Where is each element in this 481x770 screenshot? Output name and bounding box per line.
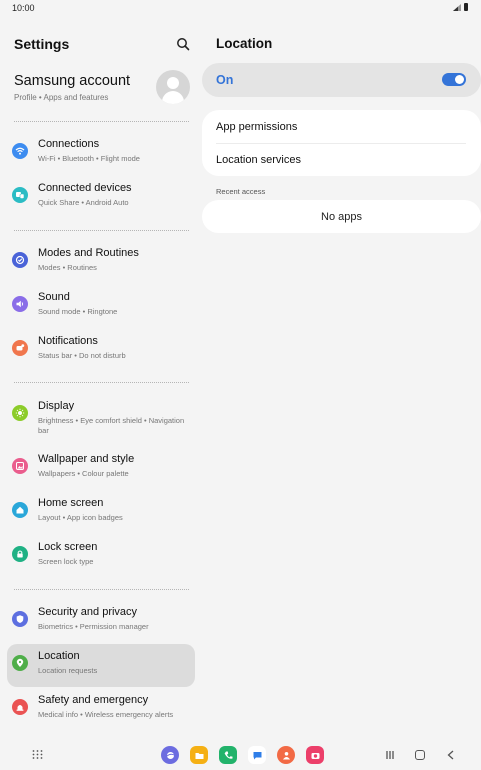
messages-app-icon[interactable] xyxy=(248,746,266,764)
no-apps-text: No apps xyxy=(321,211,362,223)
settings-item-subtitle: Layout • App icon badges xyxy=(38,513,123,522)
recent-access-card: No apps xyxy=(202,200,481,233)
status-time: 10:00 xyxy=(12,3,35,13)
settings-item-label: Location xyxy=(38,650,80,662)
shield-icon xyxy=(12,611,28,627)
internet-app-icon[interactable] xyxy=(161,746,179,764)
switch-label: On xyxy=(216,73,234,87)
settings-item-label: Safety and emergency xyxy=(38,694,149,706)
settings-item-label: Modes and Routines xyxy=(38,247,139,259)
samsung-account[interactable]: Samsung account Profile • Apps and featu… xyxy=(7,64,195,112)
settings-item-subtitle: Quick Share • Android Auto xyxy=(38,198,129,207)
lock-icon xyxy=(12,546,28,562)
app-drawer-icon[interactable] xyxy=(32,750,43,759)
settings-item-display[interactable]: Display Brightness • Eye comfort shield … xyxy=(7,394,195,446)
settings-item-subtitle: Screen lock type xyxy=(38,557,94,566)
divider xyxy=(14,382,189,383)
settings-item-subtitle: Wi-Fi • Bluetooth • Flight mode xyxy=(38,154,140,163)
settings-item-sound[interactable]: Sound Sound mode • Ringtone xyxy=(7,285,195,328)
location-pin-icon xyxy=(12,655,28,671)
settings-item-label: Connections xyxy=(38,138,100,150)
wallpaper-icon xyxy=(12,458,28,474)
settings-item-location[interactable]: Location Location requests xyxy=(7,644,195,687)
divider xyxy=(216,143,466,144)
location-options-card: App permissions Location services xyxy=(202,110,481,176)
wifi-icon xyxy=(12,143,28,159)
settings-item-modes-and-routines[interactable]: Modes and Routines Modes • Routines xyxy=(7,241,195,284)
settings-item-lock-screen[interactable]: Lock screen Screen lock type xyxy=(7,535,195,578)
routines-icon xyxy=(12,252,28,268)
avatar xyxy=(156,70,190,104)
settings-item-wallpaper-and-style[interactable]: Wallpaper and style Wallpapers • Colour … xyxy=(7,447,195,490)
settings-item-label: Notifications xyxy=(38,335,98,347)
back-icon[interactable] xyxy=(446,750,455,760)
bell-icon xyxy=(12,340,28,356)
settings-item-subtitle: Sound mode • Ringtone xyxy=(38,307,118,316)
location-toggle[interactable] xyxy=(442,73,466,86)
speaker-icon xyxy=(12,296,28,312)
settings-item-safety-and-emergency[interactable]: Safety and emergency Medical info • Wire… xyxy=(7,688,195,736)
settings-item-security-and-privacy[interactable]: Security and privacy Biometrics • Permis… xyxy=(7,600,195,643)
settings-item-subtitle: Medical info • Wireless emergency alerts xyxy=(38,710,174,719)
status-bar: 10:00 xyxy=(0,0,481,16)
settings-item-subtitle: Brightness • Eye comfort shield • Naviga… xyxy=(38,416,185,435)
settings-item-label: Wallpaper and style xyxy=(38,453,135,465)
home-icon xyxy=(12,502,28,518)
recent-access-header: Recent access xyxy=(216,187,266,196)
contacts-app-icon[interactable] xyxy=(277,746,295,764)
account-subtitle: Profile • Apps and features xyxy=(14,93,109,102)
settings-item-subtitle: Biometrics • Permission manager xyxy=(38,622,149,631)
settings-item-connections[interactable]: Connections Wi-Fi • Bluetooth • Flight m… xyxy=(7,132,195,175)
recent-apps-icon[interactable] xyxy=(385,750,395,760)
settings-item-label: Security and privacy xyxy=(38,606,138,618)
home-button-icon[interactable] xyxy=(415,750,425,760)
navigation-bar xyxy=(0,736,481,770)
app-permissions-item[interactable]: App permissions xyxy=(216,121,297,133)
location-services-item[interactable]: Location services xyxy=(216,154,301,166)
settings-item-subtitle: Location requests xyxy=(38,666,98,675)
settings-item-label: Home screen xyxy=(38,497,104,509)
signal-icon xyxy=(453,4,461,11)
settings-panel: Settings Samsung account Profile • Apps … xyxy=(0,16,200,736)
battery-icon xyxy=(464,3,468,11)
settings-item-label: Connected devices xyxy=(38,182,132,194)
settings-item-label: Display xyxy=(38,400,75,412)
location-page-title: Location xyxy=(216,36,273,51)
settings-item-subtitle: Wallpapers • Colour palette xyxy=(38,469,129,478)
settings-item-label: Lock screen xyxy=(38,541,98,553)
devices-icon xyxy=(12,187,28,203)
settings-item-notifications[interactable]: Notifications Status bar • Do not distur… xyxy=(7,329,195,372)
divider xyxy=(14,230,189,231)
my-files-app-icon[interactable] xyxy=(190,746,208,764)
settings-title: Settings xyxy=(14,36,70,52)
settings-item-home-screen[interactable]: Home screen Layout • App icon badges xyxy=(7,491,195,534)
settings-item-label: Sound xyxy=(38,291,70,303)
settings-item-subtitle: Status bar • Do not disturb xyxy=(38,351,126,360)
search-icon[interactable] xyxy=(176,37,190,51)
sun-icon xyxy=(12,405,28,421)
divider xyxy=(14,589,189,590)
camera-app-icon[interactable] xyxy=(306,746,324,764)
emergency-icon xyxy=(12,699,28,715)
divider xyxy=(14,121,189,122)
settings-item-connected-devices[interactable]: Connected devices Quick Share • Android … xyxy=(7,176,195,219)
location-master-switch[interactable]: On xyxy=(202,63,481,97)
phone-app-icon[interactable] xyxy=(219,746,237,764)
account-name: Samsung account xyxy=(14,73,131,89)
settings-item-subtitle: Modes • Routines xyxy=(38,263,97,272)
